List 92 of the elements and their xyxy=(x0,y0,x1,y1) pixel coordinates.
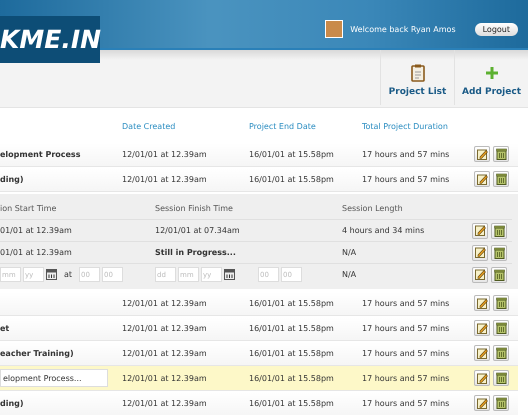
date-created: 12/01/01 at 12.39am xyxy=(122,374,208,382)
session-finish: Still in Progress... xyxy=(155,248,237,257)
date-created: 12/01/01 at 12.39am xyxy=(122,150,208,158)
delete-button[interactable] xyxy=(493,345,509,361)
welcome-text: Welcome back Ryan Amos xyxy=(350,24,456,34)
session-finish: 12/01/01 at 07.34am xyxy=(155,226,241,235)
duration: 17 hours and 57 mins xyxy=(362,348,450,358)
delete-button[interactable] xyxy=(491,222,507,238)
duration: 17 hours and 57 mins xyxy=(362,150,450,158)
project-name: ding) xyxy=(0,398,25,408)
edit-button[interactable] xyxy=(472,244,488,260)
session-length: N/A xyxy=(342,248,358,257)
delete-button[interactable] xyxy=(491,244,507,260)
trash-icon xyxy=(496,322,506,334)
table-row[interactable]: elopment Process... 12/01/01 at 12.39am 16/01/01 at 15.58pm 17 hours and 57 mins xyxy=(0,366,518,391)
delete-button[interactable] xyxy=(491,266,507,282)
column-header[interactable]: Date Created xyxy=(122,122,249,130)
delete-button[interactable] xyxy=(493,320,509,336)
edit-button[interactable] xyxy=(474,395,490,411)
plus-icon xyxy=(486,67,498,79)
end-date: 16/01/01 at 15.58pm xyxy=(249,348,335,358)
edit-button[interactable] xyxy=(474,295,490,311)
edit-button[interactable] xyxy=(474,146,490,162)
pencil-icon xyxy=(476,174,488,184)
column-header: Session Length xyxy=(342,204,404,213)
end-date: 16/01/01 at 15.58pm xyxy=(249,398,335,408)
toolbar-button[interactable]: Project List xyxy=(380,50,454,105)
avatar-placeholder xyxy=(325,20,344,38)
trash-icon xyxy=(496,397,506,409)
trash-icon xyxy=(494,246,504,258)
logo[interactable]: KME.IN xyxy=(0,16,100,63)
duration: 17 hours and 57 mins xyxy=(362,324,450,332)
project-name: ding) xyxy=(0,174,25,184)
end-date: 16/01/01 at 15.58pm xyxy=(249,298,335,308)
date-created: 12/01/01 at 12.39am xyxy=(122,298,208,308)
session-length: 4 hours and 34 mins xyxy=(342,226,426,235)
end-date: 16/01/01 at 15.58pm xyxy=(249,374,335,382)
at-label: at xyxy=(64,270,72,279)
pencil-icon xyxy=(476,398,488,408)
date-created: 12/01/01 at 12.39am xyxy=(122,324,208,332)
trash-icon xyxy=(494,224,504,236)
session-start: 01/01 at 12.39am xyxy=(0,226,73,235)
clipboard-icon xyxy=(410,64,424,82)
trash-icon xyxy=(496,297,506,309)
edit-button[interactable] xyxy=(474,320,490,336)
calendar-icon[interactable] xyxy=(224,269,235,280)
end-date: 16/01/01 at 15.58pm xyxy=(249,324,335,332)
pencil-icon xyxy=(474,247,486,258)
date-created: 12/01/01 at 12.39am xyxy=(122,398,208,408)
logout-button[interactable]: Logout xyxy=(474,22,518,36)
pencil-icon xyxy=(476,372,488,384)
trash-icon xyxy=(494,268,504,280)
name-field[interactable]: elopment Process... xyxy=(0,369,108,387)
pencil-icon xyxy=(476,348,488,358)
edit-button[interactable] xyxy=(472,222,488,238)
pencil-icon xyxy=(474,269,486,280)
delete-button[interactable] xyxy=(493,295,509,311)
pencil-icon xyxy=(476,322,488,334)
column-header: ion Start Time xyxy=(0,204,58,213)
edit-button[interactable] xyxy=(474,171,490,187)
delete-button[interactable] xyxy=(493,370,509,386)
trash-icon xyxy=(496,347,506,359)
edit-button[interactable] xyxy=(472,266,488,282)
column-header: Session Finish Time xyxy=(155,204,234,213)
duration: 17 hours and 57 mins xyxy=(362,174,450,184)
edit-button[interactable] xyxy=(474,370,490,386)
project-name: eacher Training) xyxy=(0,348,75,358)
pencil-icon xyxy=(476,148,488,160)
date-created: 12/01/01 at 12.39am xyxy=(122,174,208,184)
delete-button[interactable] xyxy=(493,395,509,411)
session-start: 01/01 at 12.39am xyxy=(0,248,73,257)
pencil-icon xyxy=(476,298,488,308)
trash-icon xyxy=(496,148,506,160)
calendar-icon[interactable] xyxy=(46,269,57,280)
duration: 17 hours and 57 mins xyxy=(362,374,450,382)
column-header[interactable]: Total Project Duration xyxy=(362,122,484,130)
end-date: 16/01/01 at 15.58pm xyxy=(249,150,335,158)
date-created: 12/01/01 at 12.39am xyxy=(122,348,208,358)
session-length: N/A xyxy=(342,270,358,279)
duration: 17 hours and 57 mins xyxy=(362,298,450,308)
toolbar-button[interactable]: Add Project xyxy=(454,50,528,105)
pencil-icon xyxy=(474,225,486,236)
duration: 17 hours and 57 mins xyxy=(362,398,450,408)
end-date: 16/01/01 at 15.58pm xyxy=(249,174,335,184)
edit-button[interactable] xyxy=(474,345,490,361)
delete-button[interactable] xyxy=(493,171,509,187)
delete-button[interactable] xyxy=(493,146,509,162)
trash-icon xyxy=(496,372,506,384)
trash-icon xyxy=(496,173,506,185)
project-name: et xyxy=(0,324,10,332)
column-header[interactable]: Project End Date xyxy=(249,122,362,130)
project-name: elopment Process xyxy=(0,150,82,158)
